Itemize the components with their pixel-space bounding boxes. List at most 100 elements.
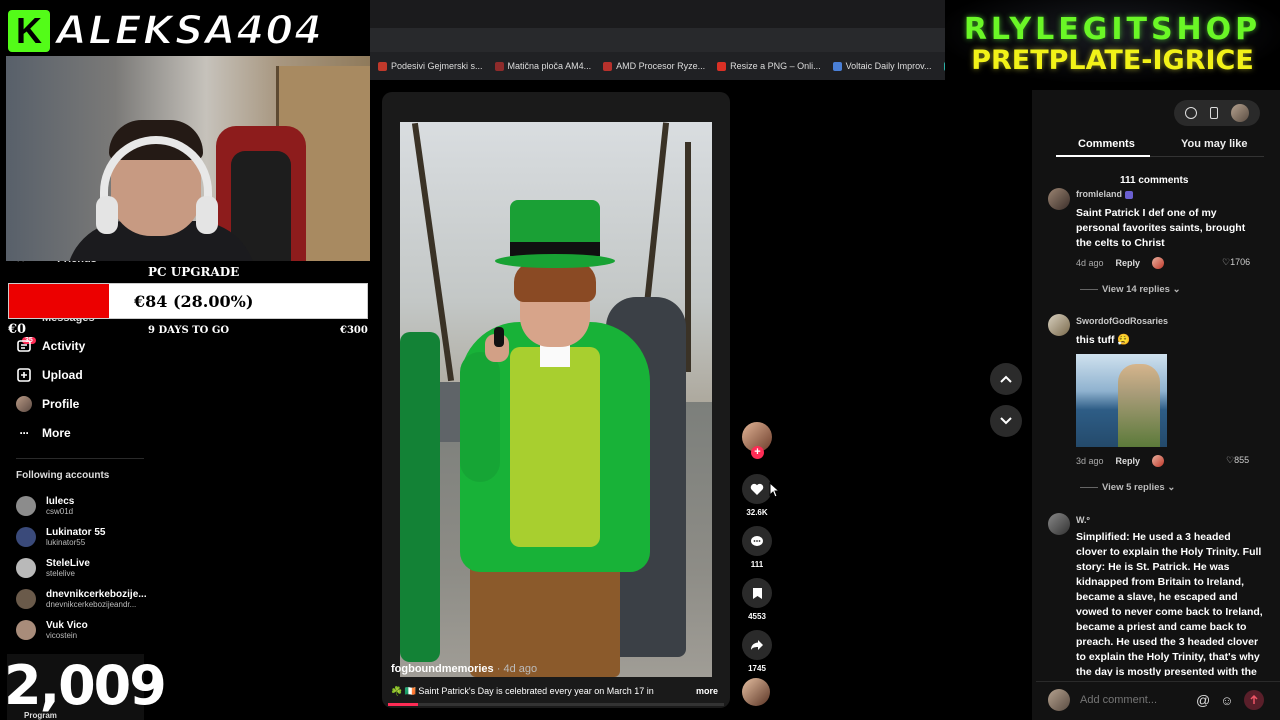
follow-button[interactable]: +	[751, 446, 764, 459]
sidebar-item-more[interactable]: ··· More	[16, 425, 85, 441]
view-replies-button[interactable]: View 14 replies ⌄	[1080, 284, 1181, 295]
verified-icon	[1124, 190, 1133, 199]
webcam-feed	[6, 56, 370, 261]
video-player[interactable]	[400, 122, 712, 677]
chevron-up-icon	[1000, 375, 1012, 383]
bookmark-item[interactable]: AMD Procesor Ryze...	[603, 61, 705, 71]
bookmark-item[interactable]: Voltaic Daily Improv...	[832, 61, 932, 71]
shop-banner: RLYLEGITSHOP PRETPLATE-IGRICE	[945, 0, 1280, 82]
comment-meta: 3d ago Reply	[1076, 455, 1165, 467]
mention-icon[interactable]: @	[1196, 692, 1210, 708]
caption-more-button[interactable]: more	[696, 686, 718, 696]
account-handle: dnevnikcerkebozijeandr...	[46, 599, 137, 609]
tab-comments[interactable]: Comments	[1078, 138, 1135, 150]
account-handle: lukinator55	[46, 537, 86, 547]
chevron-down-icon: ⌄	[1172, 284, 1181, 295]
comment-avatar[interactable]	[1048, 188, 1070, 210]
bookmark-favicon-icon	[494, 61, 504, 71]
video-author-name[interactable]: fogboundmemories	[391, 663, 494, 675]
like-count: 32.6K	[746, 508, 768, 517]
sidebar-item-activity[interactable]: Activity	[16, 338, 85, 354]
streamer-name: ALEKSA404	[55, 7, 324, 55]
bookmark-item[interactable]: Matična ploča AM4...	[494, 61, 591, 71]
comment-bubble-icon[interactable]	[742, 526, 772, 556]
comment-username[interactable]: fromleland	[1076, 189, 1133, 199]
chevron-down-icon	[1000, 417, 1012, 425]
add-comment-input[interactable]	[1080, 694, 1180, 706]
video-author[interactable]: fogboundmemories · 4d ago	[391, 663, 537, 675]
view-replies-button[interactable]: View 5 replies ⌄	[1080, 482, 1175, 493]
sidebar-item-upload[interactable]: Upload	[16, 367, 85, 383]
following-account[interactable]: lulecs csw01d	[16, 490, 146, 521]
send-button[interactable]	[1243, 690, 1264, 710]
comment-avatar[interactable]	[1048, 314, 1070, 336]
account-name: lulecs	[46, 495, 75, 507]
tab-you-may-like[interactable]: You may like	[1181, 138, 1247, 150]
embed-icon[interactable]	[1184, 107, 1197, 119]
address-bar[interactable]	[370, 28, 945, 52]
comment-username[interactable]: W.º	[1076, 515, 1090, 525]
account-avatar	[16, 619, 36, 640]
comment-username[interactable]: SwordofGodRosaries	[1076, 316, 1168, 326]
account-name: SteleLive	[46, 557, 90, 569]
device-icon[interactable]	[1209, 107, 1218, 119]
shop-title: RLYLEGITSHOP	[963, 12, 1262, 47]
comment-like[interactable]: ♡855	[1226, 455, 1249, 466]
activity-icon	[16, 338, 32, 354]
comment-age: 3d ago	[1076, 456, 1104, 466]
creator-liked-icon	[1152, 257, 1165, 269]
comment-action[interactable]: 111	[740, 526, 774, 569]
comment-text: Saint Patrick I def one of my personal f…	[1076, 207, 1246, 249]
bookmark-favicon-icon	[378, 61, 387, 71]
previous-video-button[interactable]	[990, 363, 1022, 395]
account-avatar	[16, 588, 36, 609]
following-account[interactable]: Lukinator 55 lukinator55	[16, 521, 146, 552]
comment-like[interactable]: ♡1706	[1222, 257, 1250, 268]
heart-icon[interactable]	[742, 474, 772, 504]
tab-strip	[370, 0, 945, 30]
following-accounts-list: lulecs csw01d Lukinator 55 lukinator55 Stele…	[16, 490, 147, 645]
share-arrow-icon[interactable]	[742, 630, 772, 660]
account-name: Vuk Vico	[46, 619, 88, 631]
video-progress-track[interactable]	[388, 703, 724, 706]
following-account[interactable]: Vuk Vico vicostein	[16, 614, 146, 645]
following-account[interactable]: SteleLive stelelive	[16, 552, 146, 583]
panel-top-actions	[1174, 100, 1260, 126]
goal-amount: €84 (28.00%)	[134, 292, 254, 311]
bookmarks-bar: Podesivi Gejmerski s... Matična ploča AM4…	[370, 54, 945, 78]
goal-title: PC UPGRADE	[148, 265, 240, 279]
comment-avatar[interactable]	[1048, 513, 1070, 535]
comment-count: 111	[750, 560, 764, 569]
account-avatar	[16, 526, 36, 547]
sidebar-item-profile[interactable]: Profile	[16, 396, 85, 412]
reply-button[interactable]: Reply	[1116, 456, 1141, 466]
tab-active-indicator	[1056, 155, 1150, 157]
bookmark-icon[interactable]	[742, 578, 772, 608]
mouse-cursor-icon	[769, 481, 781, 503]
reply-button[interactable]: Reply	[1116, 258, 1141, 268]
next-video-button[interactable]	[990, 405, 1022, 437]
bookmark-item[interactable]: Podesivi Gejmerski s...	[378, 61, 483, 71]
more-icon: ···	[19, 426, 30, 440]
save-count: 4553	[748, 612, 766, 621]
share-count: 1745	[748, 664, 766, 673]
bookmark-favicon-icon	[832, 61, 842, 71]
kick-logo-icon: K	[8, 10, 50, 52]
comment-image[interactable]	[1076, 354, 1167, 447]
upload-icon	[16, 367, 32, 383]
user-avatar[interactable]	[1231, 104, 1250, 122]
account-name: Lukinator 55	[46, 526, 106, 538]
emoji-icon[interactable]: ☺	[1220, 693, 1233, 708]
video-caption: ☘️ 🇮🇪 Saint Patrick's Day is celebrated …	[391, 686, 654, 696]
music-disc-avatar[interactable]	[742, 678, 770, 706]
bookmark-favicon-icon	[717, 61, 727, 71]
account-handle: csw01d	[46, 506, 74, 516]
comment-text: Simplified: He used a 3 headed clover to…	[1076, 531, 1263, 676]
goal-progress-fill	[9, 284, 110, 318]
profile-icon	[16, 396, 32, 412]
following-account[interactable]: dnevnikcerkebozije... dnevnikcerkebozijea…	[16, 583, 147, 614]
share-action[interactable]: 1745	[740, 630, 774, 673]
bookmark-item[interactable]: Resize a PNG – Onli...	[717, 61, 821, 71]
save-action[interactable]: 4553	[740, 578, 774, 621]
comment-composer: @ ☺	[1048, 688, 1268, 712]
